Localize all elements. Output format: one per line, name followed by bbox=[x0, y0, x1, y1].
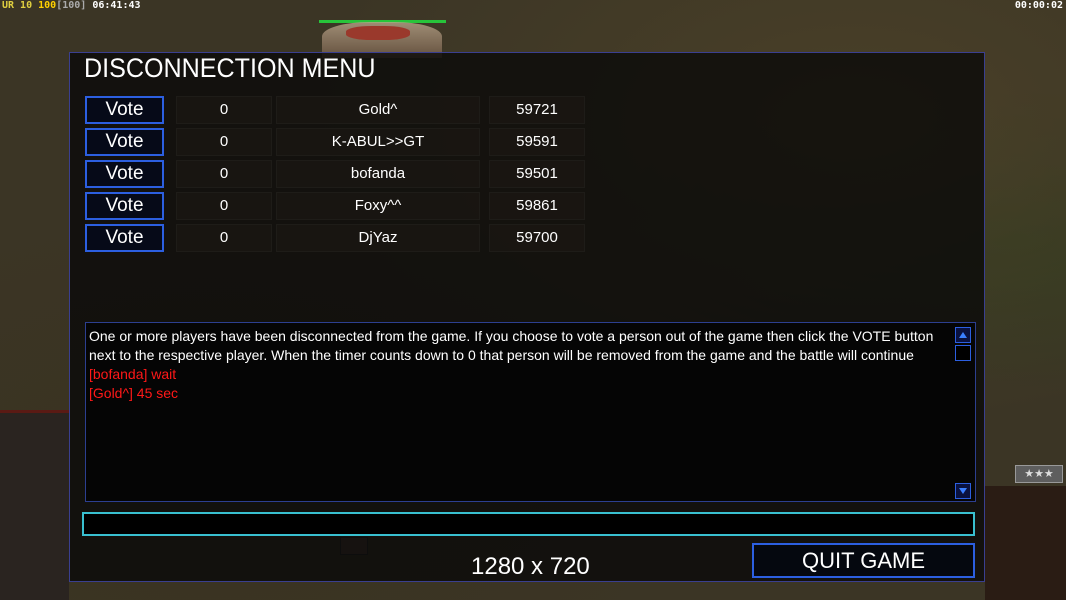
player-packet: 59721 bbox=[489, 96, 585, 124]
resource-label: UR 10 bbox=[2, 0, 33, 11]
scroll-up-icon[interactable] bbox=[955, 327, 971, 343]
vote-button[interactable]: Vote bbox=[85, 160, 164, 188]
player-name: Foxy^^ bbox=[276, 192, 480, 220]
message-list: One or more players have been disconnect… bbox=[89, 327, 951, 403]
vote-button[interactable]: Vote bbox=[85, 192, 164, 220]
resolution-overlay: 1280 x 720 bbox=[471, 553, 590, 580]
player-packet: 59700 bbox=[489, 224, 585, 252]
message-line: One or more players have been disconnect… bbox=[89, 328, 934, 363]
scroll-thumb[interactable] bbox=[955, 345, 971, 361]
vote-count: 0 bbox=[176, 96, 272, 124]
vote-button[interactable]: Vote bbox=[85, 224, 164, 252]
message-log[interactable]: One or more players have been disconnect… bbox=[85, 322, 976, 502]
player-name: K-ABUL>>GT bbox=[276, 128, 480, 156]
dialog-title: DISCONNECTION MENU bbox=[84, 53, 376, 83]
timer-readout: 00:00:02 bbox=[1014, 0, 1063, 11]
left-hud-panel bbox=[0, 410, 69, 600]
right-hud-panel bbox=[985, 486, 1066, 600]
scroll-down-icon[interactable] bbox=[955, 483, 971, 499]
player-packet: 59501 bbox=[489, 160, 585, 188]
quit-game-button[interactable]: QUIT GAME bbox=[752, 543, 975, 578]
player-name: DjYaz bbox=[276, 224, 480, 252]
vote-button[interactable]: Vote bbox=[85, 128, 164, 156]
vote-count: 0 bbox=[176, 224, 272, 252]
rank-stars-icon: ★★★ bbox=[1015, 465, 1063, 483]
message-scrollbar[interactable] bbox=[955, 325, 973, 499]
chat-input[interactable] bbox=[82, 512, 975, 536]
game-clock: 06:41:43 bbox=[92, 0, 141, 11]
resource-readout: UR 10 100[100] 06:41:43 bbox=[2, 0, 141, 11]
vote-count: 0 bbox=[176, 192, 272, 220]
player-name: Gold^ bbox=[276, 96, 480, 124]
message-line: [Gold^] 45 sec bbox=[89, 385, 179, 401]
vote-count: 0 bbox=[176, 128, 272, 156]
vote-count: 0 bbox=[176, 160, 272, 188]
player-name: bofanda bbox=[276, 160, 480, 188]
power-max: [100] bbox=[56, 0, 87, 11]
power-value: 100 bbox=[38, 0, 57, 11]
message-line: [bofanda] wait bbox=[89, 366, 177, 382]
player-packet: 59591 bbox=[489, 128, 585, 156]
player-packet: 59861 bbox=[489, 192, 585, 220]
vote-button[interactable]: Vote bbox=[85, 96, 164, 124]
